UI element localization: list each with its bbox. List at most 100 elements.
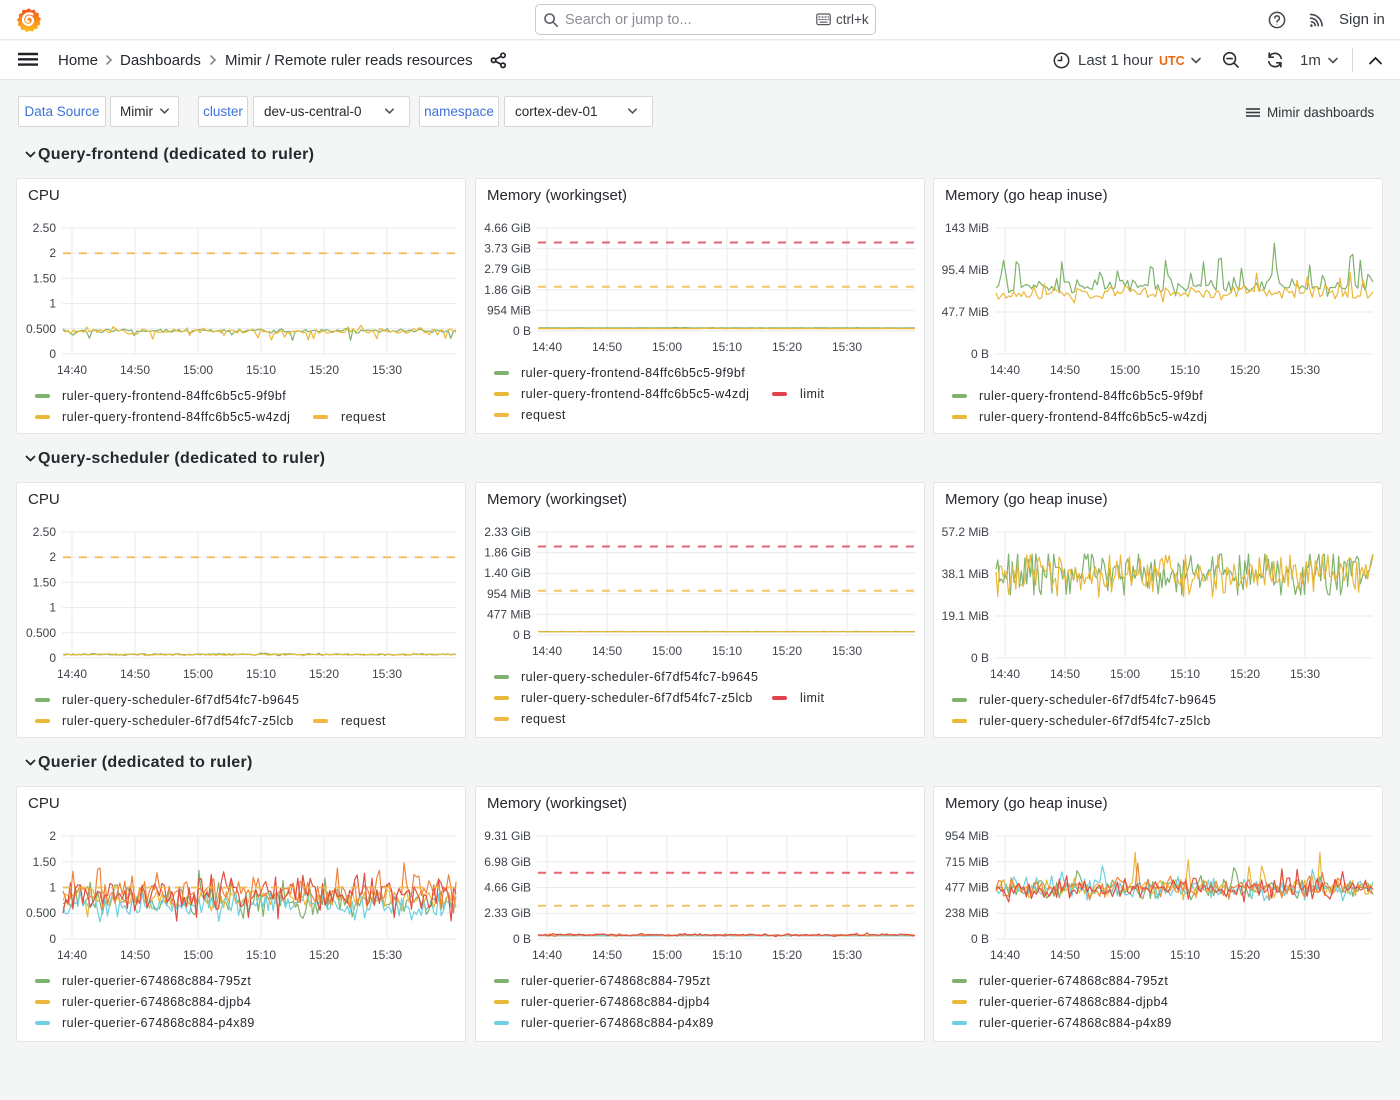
- svg-text:1: 1: [49, 297, 56, 311]
- svg-text:14:50: 14:50: [592, 644, 622, 658]
- svg-text:1.50: 1.50: [33, 271, 57, 285]
- svg-text:1.50: 1.50: [33, 855, 57, 869]
- svg-text:238 MiB: 238 MiB: [945, 906, 989, 920]
- svg-text:954 MiB: 954 MiB: [945, 829, 989, 843]
- svg-text:ruler-querier-674868c884-djpb4: ruler-querier-674868c884-djpb4: [62, 995, 251, 1009]
- svg-text:15:00: 15:00: [652, 340, 682, 354]
- svg-text:0 B: 0 B: [513, 324, 531, 338]
- svg-text:1.50: 1.50: [33, 575, 57, 589]
- svg-text:47.7 MiB: 47.7 MiB: [942, 305, 989, 319]
- svg-text:0: 0: [49, 932, 56, 946]
- svg-text:2.50: 2.50: [33, 525, 57, 539]
- svg-text:ruler-query-scheduler-6f7df54f: ruler-query-scheduler-6f7df54fc7-z5lcb: [521, 691, 753, 705]
- svg-text:0.500: 0.500: [26, 322, 56, 336]
- svg-text:2: 2: [49, 829, 56, 843]
- svg-text:request: request: [341, 714, 386, 728]
- svg-text:15:10: 15:10: [712, 644, 742, 658]
- svg-text:ruler-querier-674868c884-p4x89: ruler-querier-674868c884-p4x89: [521, 1016, 714, 1030]
- svg-text:0 B: 0 B: [971, 347, 989, 361]
- svg-text:ruler-query-scheduler-6f7df54f: ruler-query-scheduler-6f7df54fc7-b9645: [521, 670, 758, 684]
- svg-text:request: request: [521, 408, 566, 422]
- svg-text:6.98 GiB: 6.98 GiB: [484, 855, 531, 869]
- svg-text:ruler-querier-674868c884-795zt: ruler-querier-674868c884-795zt: [521, 974, 710, 988]
- svg-text:0 B: 0 B: [971, 651, 989, 665]
- svg-text:2: 2: [49, 246, 56, 260]
- svg-text:14:50: 14:50: [120, 363, 150, 377]
- svg-text:15:20: 15:20: [772, 644, 802, 658]
- svg-text:ruler-query-frontend-84ffc6b5c: ruler-query-frontend-84ffc6b5c5-9f9bf: [979, 389, 1203, 403]
- svg-text:1.86 GiB: 1.86 GiB: [484, 283, 531, 297]
- svg-text:4.66 GiB: 4.66 GiB: [484, 881, 531, 895]
- svg-text:15:30: 15:30: [832, 340, 862, 354]
- svg-text:14:40: 14:40: [57, 948, 87, 962]
- svg-text:ruler-query-scheduler-6f7df54f: ruler-query-scheduler-6f7df54fc7-z5lcb: [62, 714, 294, 728]
- svg-text:2.33 GiB: 2.33 GiB: [484, 906, 531, 920]
- svg-text:ruler-query-scheduler-6f7df54f: ruler-query-scheduler-6f7df54fc7-b9645: [979, 693, 1216, 707]
- svg-text:ruler-querier-674868c884-795zt: ruler-querier-674868c884-795zt: [62, 974, 251, 988]
- svg-text:request: request: [521, 712, 566, 726]
- svg-text:14:50: 14:50: [592, 340, 622, 354]
- svg-text:0 B: 0 B: [513, 628, 531, 642]
- svg-text:15:10: 15:10: [712, 340, 742, 354]
- svg-text:ruler-querier-674868c884-p4x89: ruler-querier-674868c884-p4x89: [979, 1016, 1172, 1030]
- svg-text:request: request: [341, 410, 386, 424]
- svg-text:15:20: 15:20: [309, 363, 339, 377]
- svg-text:2.79 GiB: 2.79 GiB: [484, 262, 531, 276]
- svg-text:0: 0: [49, 651, 56, 665]
- svg-text:1.86 GiB: 1.86 GiB: [484, 546, 531, 560]
- svg-text:0: 0: [49, 347, 56, 361]
- svg-text:4.66 GiB: 4.66 GiB: [484, 221, 531, 235]
- svg-text:15:20: 15:20: [1230, 948, 1260, 962]
- svg-text:14:50: 14:50: [1050, 363, 1080, 377]
- svg-text:15:10: 15:10: [1170, 948, 1200, 962]
- svg-text:15:00: 15:00: [183, 667, 213, 681]
- svg-text:15:30: 15:30: [372, 363, 402, 377]
- svg-text:954 MiB: 954 MiB: [487, 303, 531, 317]
- svg-text:15:10: 15:10: [712, 948, 742, 962]
- svg-text:ruler-query-frontend-84ffc6b5c: ruler-query-frontend-84ffc6b5c5-w4zdj: [979, 410, 1207, 424]
- svg-text:ruler-query-frontend-84ffc6b5c: ruler-query-frontend-84ffc6b5c5-w4zdj: [521, 387, 749, 401]
- svg-text:15:00: 15:00: [1110, 948, 1140, 962]
- svg-text:15:00: 15:00: [652, 948, 682, 962]
- svg-text:15:00: 15:00: [183, 363, 213, 377]
- svg-text:0 B: 0 B: [513, 932, 531, 946]
- svg-text:ruler-query-scheduler-6f7df54f: ruler-query-scheduler-6f7df54fc7-b9645: [62, 693, 299, 707]
- svg-text:limit: limit: [800, 691, 825, 705]
- svg-text:1: 1: [49, 881, 56, 895]
- svg-text:15:30: 15:30: [372, 667, 402, 681]
- svg-text:15:30: 15:30: [832, 948, 862, 962]
- svg-text:14:40: 14:40: [57, 363, 87, 377]
- svg-text:15:30: 15:30: [1290, 948, 1320, 962]
- svg-text:38.1 MiB: 38.1 MiB: [942, 567, 989, 581]
- svg-text:ruler-query-frontend-84ffc6b5c: ruler-query-frontend-84ffc6b5c5-9f9bf: [521, 366, 745, 380]
- svg-text:14:40: 14:40: [532, 644, 562, 658]
- svg-text:15:30: 15:30: [1290, 363, 1320, 377]
- svg-text:15:00: 15:00: [1110, 363, 1140, 377]
- svg-text:ruler-querier-674868c884-p4x89: ruler-querier-674868c884-p4x89: [62, 1016, 255, 1030]
- svg-text:15:10: 15:10: [246, 363, 276, 377]
- svg-text:14:40: 14:40: [990, 667, 1020, 681]
- svg-text:19.1 MiB: 19.1 MiB: [942, 609, 989, 623]
- svg-text:14:40: 14:40: [990, 363, 1020, 377]
- svg-text:ruler-query-frontend-84ffc6b5c: ruler-query-frontend-84ffc6b5c5-w4zdj: [62, 410, 290, 424]
- svg-text:15:10: 15:10: [1170, 667, 1200, 681]
- svg-text:14:50: 14:50: [120, 948, 150, 962]
- svg-text:ruler-querier-674868c884-djpb4: ruler-querier-674868c884-djpb4: [979, 995, 1168, 1009]
- svg-text:ruler-query-scheduler-6f7df54f: ruler-query-scheduler-6f7df54fc7-z5lcb: [979, 714, 1211, 728]
- svg-text:0.500: 0.500: [26, 906, 56, 920]
- svg-text:14:40: 14:40: [532, 948, 562, 962]
- svg-text:15:20: 15:20: [1230, 667, 1260, 681]
- svg-text:15:20: 15:20: [772, 948, 802, 962]
- svg-text:2.33 GiB: 2.33 GiB: [484, 525, 531, 539]
- svg-text:1: 1: [49, 601, 56, 615]
- svg-text:15:10: 15:10: [1170, 363, 1200, 377]
- svg-text:143 MiB: 143 MiB: [945, 221, 989, 235]
- svg-text:14:40: 14:40: [990, 948, 1020, 962]
- svg-text:1.40 GiB: 1.40 GiB: [484, 566, 531, 580]
- svg-text:14:50: 14:50: [1050, 948, 1080, 962]
- svg-text:14:50: 14:50: [1050, 667, 1080, 681]
- svg-text:14:50: 14:50: [592, 948, 622, 962]
- svg-text:limit: limit: [800, 387, 825, 401]
- svg-text:15:10: 15:10: [246, 948, 276, 962]
- svg-text:15:30: 15:30: [372, 948, 402, 962]
